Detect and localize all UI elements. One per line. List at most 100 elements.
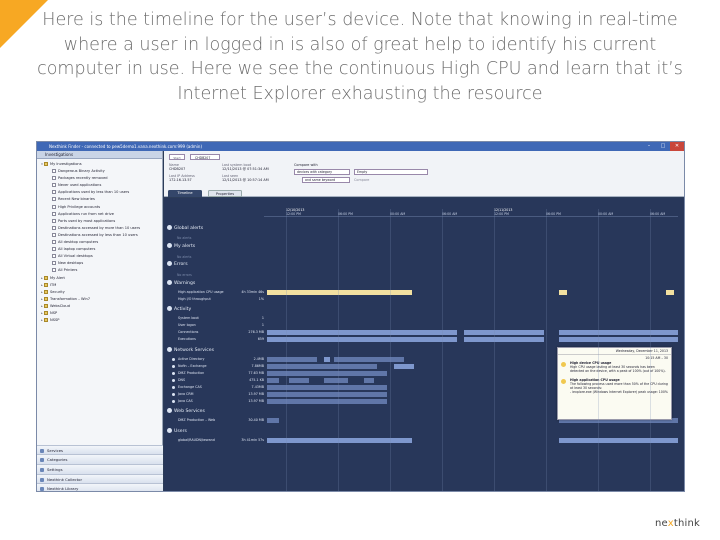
- timeline-row[interactable]: Executions 659: [164, 336, 678, 343]
- sidebar-item[interactable]: Applications used by less than 10 users: [37, 189, 162, 196]
- sidebar-item[interactable]: ▸ NSSP: [37, 317, 162, 324]
- sidebar-item[interactable]: ▸ NSP: [37, 310, 162, 317]
- activity-bar[interactable]: [289, 378, 309, 383]
- sidebar-item[interactable]: All Printers: [37, 267, 162, 274]
- sidebar-item[interactable]: All desktop computers: [37, 239, 162, 246]
- sidebar-item[interactable]: ▸ ITM: [37, 282, 162, 289]
- activity-bar[interactable]: [559, 290, 567, 295]
- sidebar-item[interactable]: ▸ WebsCloud: [37, 303, 162, 310]
- time-ruler[interactable]: 12:00 PM 06:00 PM 00:00 AM 06:00 AM 12:00 PM…: [264, 208, 678, 217]
- activity-bar[interactable]: [666, 290, 674, 295]
- section-title: Global alerts: [174, 226, 204, 231]
- search-input[interactable]: Start: [169, 154, 185, 160]
- sidebar-item[interactable]: Packages recently removed: [37, 175, 162, 182]
- activity-bar[interactable]: [267, 330, 457, 335]
- activity-bar[interactable]: [267, 357, 317, 362]
- activity-bar[interactable]: [267, 378, 279, 383]
- grid-line: [650, 209, 651, 491]
- section-global[interactable]: Global alerts: [167, 225, 203, 232]
- timeline-row[interactable]: High application CPU usage 4h 33min 46s: [164, 289, 678, 296]
- sidebar-item[interactable]: Ports used by most applications: [37, 218, 162, 225]
- section-users[interactable]: Users: [167, 428, 187, 435]
- minimize-button[interactable]: –: [642, 142, 656, 151]
- activity-bar[interactable]: [364, 378, 374, 383]
- sidebar-item[interactable]: Destinations accessed by less than 10 us…: [37, 232, 162, 239]
- sidebar-item[interactable]: ▸ Security: [37, 289, 162, 296]
- sidebar-item[interactable]: Destinations accessed by more than 10 us…: [37, 225, 162, 232]
- activity-bar[interactable]: [267, 385, 387, 390]
- timeline-row[interactable]: Connections 276.3 MB: [164, 329, 678, 336]
- service-icon: [172, 386, 175, 389]
- sidebar-item[interactable]: Applications run from net drive: [37, 211, 162, 218]
- activity-bar[interactable]: [334, 357, 404, 362]
- sidebar-nav-button[interactable]: Nexthink Collector: [37, 473, 163, 484]
- sidebar-item[interactable]: High Privilege accounts: [37, 204, 162, 211]
- compare-keyword-select[interactable]: and same keyword: [302, 177, 350, 183]
- activity-bar[interactable]: [559, 337, 678, 342]
- activity-bar[interactable]: [464, 330, 544, 335]
- sidebar-item-label: Dangerous Binary Activity: [58, 169, 105, 174]
- sidebar-item[interactable]: ▸ Transformation – Win7: [37, 296, 162, 303]
- sidebar-item[interactable]: Never used applications: [37, 182, 162, 189]
- tab-device[interactable]: CHDB207: [190, 154, 220, 160]
- time-tick: 00:00 AM: [598, 212, 614, 216]
- activity-bar[interactable]: [267, 392, 387, 397]
- section-web[interactable]: Web Services: [167, 408, 205, 415]
- grid-line: [546, 209, 547, 491]
- compare-value-select[interactable]: Empty: [354, 169, 428, 175]
- folder-icon: [44, 303, 48, 308]
- timeline-row[interactable]: User logon 1: [164, 322, 678, 329]
- sidebar-item[interactable]: New desktops: [37, 260, 162, 267]
- activity-bar[interactable]: [394, 364, 414, 369]
- sidebar-header[interactable]: Investigations: [37, 151, 162, 159]
- activity-bar[interactable]: [559, 438, 678, 443]
- compare-button[interactable]: Compare: [354, 178, 369, 182]
- section-errors[interactable]: Errors: [167, 261, 188, 268]
- nav-icon: [40, 487, 44, 491]
- window-title: Nexthink Finder - connected to pew5demo1…: [49, 144, 203, 149]
- tab-properties[interactable]: Properties: [208, 190, 242, 197]
- activity-bar[interactable]: [267, 399, 387, 404]
- maximize-button[interactable]: □: [656, 142, 670, 151]
- time-tick: 06:00 AM: [442, 212, 458, 216]
- activity-bar[interactable]: [267, 364, 377, 369]
- section-network[interactable]: Network Services: [167, 347, 214, 354]
- sidebar-nav-label: Categories: [47, 457, 68, 463]
- section-activity[interactable]: Activity: [167, 306, 191, 313]
- sidebar-nav-button[interactable]: Categories: [37, 454, 163, 464]
- sidebar-item[interactable]: Recent New binaries: [37, 196, 162, 203]
- section-warnings[interactable]: Warnings: [167, 280, 195, 287]
- activity-bar[interactable]: [267, 418, 279, 423]
- row-value: 2.4MB: [253, 357, 264, 361]
- compare-category-select[interactable]: devices with category: [294, 169, 350, 175]
- activity-bar[interactable]: [324, 378, 348, 383]
- event-tooltip: Wednesday, December 11, 2013 10:15 AM – 3…: [557, 347, 672, 420]
- timeline-row[interactable]: System boot 1: [164, 315, 678, 322]
- warning-icon: [167, 280, 172, 285]
- timeline-row[interactable]: global\RAUDN\kewand 3h 41min 57s: [164, 437, 678, 444]
- activity-bar[interactable]: [267, 337, 457, 342]
- activity-bar[interactable]: [464, 337, 544, 342]
- activity-bar[interactable]: [324, 357, 330, 362]
- sidebar-nav-button[interactable]: Settings: [37, 463, 163, 474]
- sidebar-item[interactable]: All laptop computers: [37, 246, 162, 253]
- tab-timeline[interactable]: Timeline: [168, 190, 202, 197]
- sidebar-item[interactable]: Dangerous Binary Activity: [37, 168, 162, 175]
- timeline-row[interactable]: High I/O throughput 1%: [164, 296, 678, 303]
- sidebar-item[interactable]: All Virtual desktops: [37, 253, 162, 260]
- sidebar-item-label: New desktops: [58, 261, 84, 266]
- sidebar-nav-button[interactable]: Nexthink Library: [37, 483, 163, 491]
- section-my[interactable]: My alerts: [167, 243, 195, 250]
- section-title: Users: [174, 429, 187, 434]
- sidebar-item[interactable]: ▾ My Investigations: [37, 161, 162, 168]
- activity-bar[interactable]: [559, 330, 678, 335]
- window-titlebar: Nexthink Finder - connected to pew5demo1…: [37, 142, 684, 151]
- row-value: 30.40 MB: [248, 418, 264, 422]
- close-button[interactable]: ✕: [670, 142, 684, 151]
- time-tick: 06:00 PM: [546, 212, 561, 216]
- warning-icon: [561, 362, 566, 367]
- sidebar-item[interactable]: ▸ My Alert: [37, 275, 162, 282]
- activity-bar[interactable]: [267, 371, 387, 376]
- sidebar-nav-button[interactable]: Services: [37, 444, 163, 455]
- finder-window: Nexthink Finder - connected to pew5demo1…: [36, 141, 685, 492]
